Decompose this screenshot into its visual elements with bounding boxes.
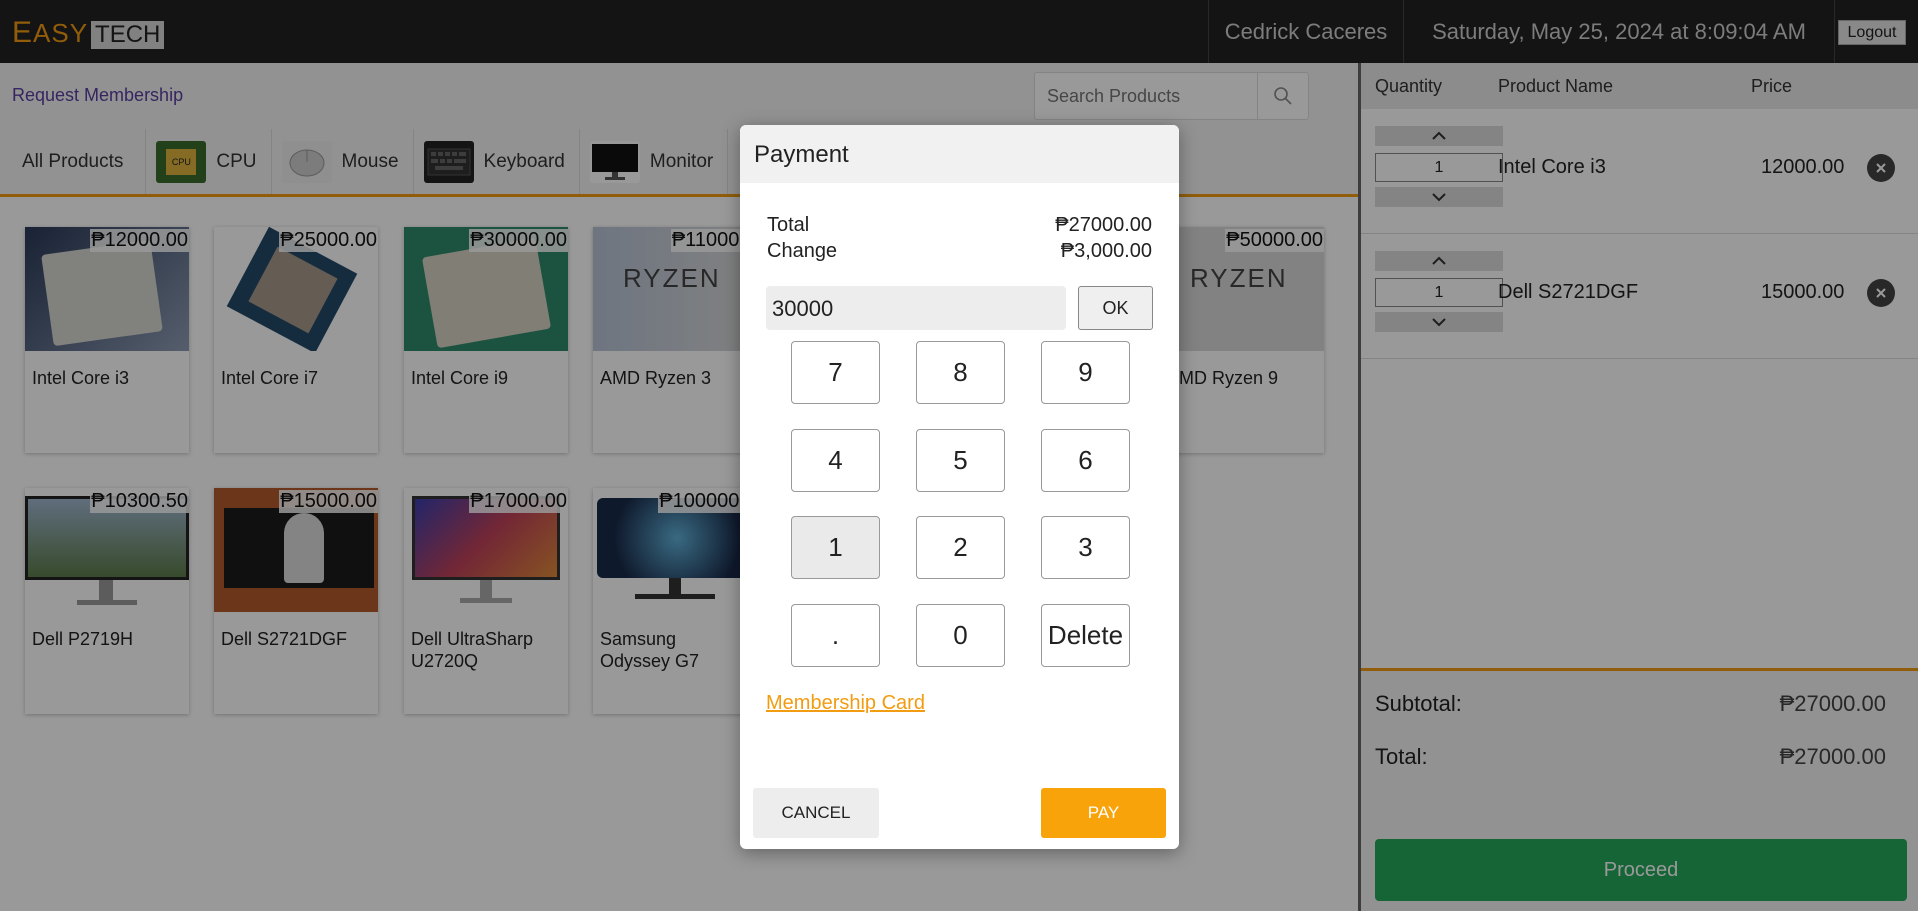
product-card[interactable]: ₱17000.00 Dell UltraSharp U2720Q: [404, 488, 568, 714]
search-input[interactable]: [1035, 73, 1257, 119]
search-box: [1034, 72, 1309, 120]
tab-keyboard[interactable]: Keyboard: [414, 129, 580, 194]
cart-item: 1 Dell S2721DGF 15000.00: [1361, 234, 1918, 359]
total-value: ₱27000.00: [1779, 744, 1886, 769]
tab-monitor[interactable]: Monitor: [580, 129, 729, 194]
payment-change-row: Change ₱3,000.00: [767, 240, 1152, 262]
current-datetime: Saturday, May 25, 2024 at 8:09:04 AM: [1404, 0, 1835, 63]
sub-bar: Request Membership: [0, 63, 1358, 129]
payment-total-value: ₱27000.00: [1055, 214, 1152, 236]
tab-all-products[interactable]: All Products: [0, 129, 147, 194]
product-card[interactable]: ₱15000.00 Dell S2721DGF: [214, 488, 378, 714]
proceed-button[interactable]: Proceed: [1375, 839, 1907, 901]
keypad-0[interactable]: 0: [916, 604, 1005, 667]
keypad-2[interactable]: 2: [916, 516, 1005, 579]
pay-button[interactable]: PAY: [1041, 788, 1166, 838]
remove-item-button[interactable]: [1867, 154, 1895, 182]
keyboard-icon: [423, 140, 474, 183]
tab-mouse[interactable]: Mouse: [272, 129, 414, 194]
keypad-6[interactable]: 6: [1041, 429, 1130, 492]
keypad-9[interactable]: 9: [1041, 341, 1130, 404]
chevron-up-icon: [1432, 131, 1446, 140]
cart-item-name: Intel Core i3: [1498, 156, 1606, 178]
search-icon: [1274, 87, 1292, 105]
subtotal-value: ₱27000.00: [1779, 691, 1886, 716]
cart-item-price: 15000.00: [1761, 281, 1845, 303]
payment-change-value: ₱3,000.00: [1060, 240, 1152, 262]
keypad-3[interactable]: 3: [1041, 516, 1130, 579]
product-card[interactable]: ₱10300.50 Dell P2719H: [25, 488, 189, 714]
chevron-down-icon: [1432, 318, 1446, 327]
quantity-decrease-button[interactable]: [1375, 187, 1503, 207]
product-card[interactable]: RYZEN ₱50000.00 AMD Ryzen 9: [1160, 227, 1324, 453]
subtotal-label: Subtotal:: [1375, 691, 1462, 716]
payment-total-row: Total ₱27000.00: [767, 214, 1152, 236]
product-card[interactable]: ₱12000.00 Intel Core i3: [25, 227, 189, 453]
logout-button[interactable]: Logout: [1838, 20, 1906, 45]
quantity-decrease-button[interactable]: [1375, 312, 1503, 332]
cart-panel: Quantity Product Name Price 1 Intel Core…: [1358, 63, 1918, 911]
product-card[interactable]: ₱30000.00 Intel Core i9: [404, 227, 568, 453]
membership-card-link[interactable]: Membership Card: [766, 692, 925, 715]
cart-header: Quantity Product Name Price: [1361, 63, 1918, 109]
product-card[interactable]: ₱25000.00 Intel Core i7: [214, 227, 378, 453]
close-icon: [1876, 288, 1886, 298]
chevron-up-icon: [1432, 256, 1446, 265]
tab-cpu[interactable]: CPU CPU: [146, 129, 272, 194]
keypad-decimal[interactable]: .: [791, 604, 880, 667]
product-card[interactable]: RYZEN ₱11000.0 AMD Ryzen 3: [593, 227, 757, 453]
monitor-icon: [589, 140, 640, 183]
payment-title: Payment: [740, 125, 1179, 183]
logo-tech: TECH: [91, 21, 165, 49]
quantity-input[interactable]: 1: [1375, 278, 1503, 307]
cancel-button[interactable]: CANCEL: [753, 788, 879, 838]
search-button[interactable]: [1257, 73, 1308, 119]
keypad-8[interactable]: 8: [916, 341, 1005, 404]
logo-easy: EASY: [12, 16, 89, 49]
quantity-increase-button[interactable]: [1375, 251, 1503, 271]
ok-button[interactable]: OK: [1078, 286, 1153, 330]
quantity-input[interactable]: 1: [1375, 153, 1503, 182]
cart-item-name: Dell S2721DGF: [1498, 281, 1639, 303]
keypad-4[interactable]: 4: [791, 429, 880, 492]
user-name: Cedrick Caceres: [1208, 0, 1404, 63]
amount-input[interactable]: 30000: [766, 286, 1066, 330]
logo: EASY TECH: [12, 16, 165, 50]
keypad-7[interactable]: 7: [791, 341, 880, 404]
total-label: Total:: [1375, 744, 1428, 769]
request-membership-link[interactable]: Request Membership: [12, 85, 183, 106]
close-icon: [1876, 163, 1886, 173]
keypad-delete[interactable]: Delete: [1041, 604, 1130, 667]
mouse-icon: [281, 140, 332, 183]
quantity-increase-button[interactable]: [1375, 126, 1503, 146]
cart-totals: Subtotal: ₱27000.00 Total: ₱27000.00 Pro…: [1361, 668, 1918, 911]
chevron-down-icon: [1432, 193, 1446, 202]
keypad-1[interactable]: 1: [791, 516, 880, 579]
cart-item-price: 12000.00: [1761, 156, 1845, 178]
product-card[interactable]: ₱100000.0 Samsung Odyssey G7: [593, 488, 757, 714]
cpu-icon: CPU: [156, 140, 207, 183]
cart-item: 1 Intel Core i3 12000.00: [1361, 109, 1918, 234]
top-bar: EASY TECH Cedrick Caceres Saturday, May …: [0, 0, 1918, 63]
keypad-5[interactable]: 5: [916, 429, 1005, 492]
remove-item-button[interactable]: [1867, 279, 1895, 307]
payment-dialog: Payment Total ₱27000.00 Change ₱3,000.00…: [740, 125, 1179, 849]
